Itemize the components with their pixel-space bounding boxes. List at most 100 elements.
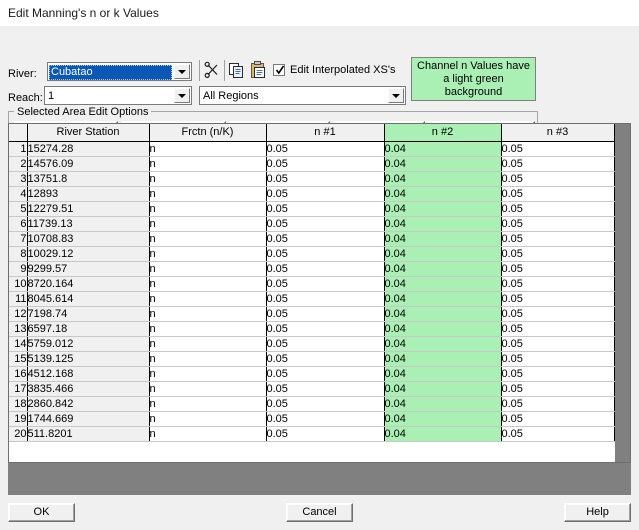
cell-river-station[interactable]: 12893: [27, 186, 150, 202]
cell-n3[interactable]: 0.05: [501, 381, 615, 397]
col-header-frctn[interactable]: Frctn (n/K): [149, 124, 267, 142]
cell-n3[interactable]: 0.05: [501, 426, 615, 442]
cell-n2[interactable]: 0.04: [384, 351, 502, 367]
cell-n3[interactable]: 0.05: [501, 366, 615, 382]
cell-n3[interactable]: 0.05: [501, 336, 615, 352]
cell-n1[interactable]: 0.05: [266, 336, 385, 352]
cell-n1[interactable]: 0.05: [266, 186, 385, 202]
cell-n3[interactable]: 0.05: [501, 351, 615, 367]
cell-rownum[interactable]: 17: [9, 381, 28, 397]
chevron-down-icon-3[interactable]: [388, 88, 404, 103]
cell-n3[interactable]: 0.05: [501, 261, 615, 277]
cell-n1[interactable]: 0.05: [266, 396, 385, 412]
table-row[interactable]: 10 8720.164 n 0.05 0.04 0.05: [9, 276, 615, 292]
cell-frctn[interactable]: n: [149, 426, 267, 442]
cell-n2[interactable]: 0.04: [384, 306, 502, 322]
cell-n2[interactable]: 0.04: [384, 171, 502, 187]
cell-n3[interactable]: 0.05: [501, 201, 615, 217]
cell-frctn[interactable]: n: [149, 186, 267, 202]
cell-n3[interactable]: 0.05: [501, 216, 615, 232]
river-dropdown[interactable]: Cubatao: [47, 62, 192, 81]
table-row[interactable]: 16 4512.168 n 0.05 0.04 0.05: [9, 366, 615, 382]
cell-frctn[interactable]: n: [149, 201, 267, 217]
cell-river-station[interactable]: 3835.466: [27, 381, 150, 397]
cell-river-station[interactable]: 4512.168: [27, 366, 150, 382]
cell-rownum[interactable]: 6: [9, 216, 28, 232]
cell-rownum[interactable]: 10: [9, 276, 28, 292]
cell-rownum[interactable]: 20: [9, 426, 28, 442]
cell-n1[interactable]: 0.05: [266, 426, 385, 442]
cell-n1[interactable]: 0.05: [266, 321, 385, 337]
cell-n3[interactable]: 0.05: [501, 321, 615, 337]
cell-rownum[interactable]: 7: [9, 231, 28, 247]
cell-n3[interactable]: 0.05: [501, 306, 615, 322]
col-header-rownum[interactable]: [9, 124, 28, 142]
cell-n2[interactable]: 0.04: [384, 231, 502, 247]
cell-n2[interactable]: 0.04: [384, 246, 502, 262]
cell-n1[interactable]: 0.05: [266, 411, 385, 427]
cell-frctn[interactable]: n: [149, 366, 267, 382]
cell-n3[interactable]: 0.05: [501, 171, 615, 187]
table-row[interactable]: 18 2860.842 n 0.05 0.04 0.05: [9, 396, 615, 412]
cell-frctn[interactable]: n: [149, 261, 267, 277]
cell-n3[interactable]: 0.05: [501, 156, 615, 172]
cell-rownum[interactable]: 2: [9, 156, 28, 172]
table-row[interactable]: 17 3835.466 n 0.05 0.04 0.05: [9, 381, 615, 397]
cell-river-station[interactable]: 12279.51: [27, 201, 150, 217]
cell-rownum[interactable]: 3: [9, 171, 28, 187]
cell-n3[interactable]: 0.05: [501, 141, 615, 157]
cell-n2[interactable]: 0.04: [384, 426, 502, 442]
cell-n1[interactable]: 0.05: [266, 246, 385, 262]
cell-n3[interactable]: 0.05: [501, 411, 615, 427]
cell-n2[interactable]: 0.04: [384, 216, 502, 232]
chevron-down-icon[interactable]: [174, 64, 190, 79]
table-row[interactable]: 1 15274.28 n 0.05 0.04 0.05: [9, 141, 615, 157]
cell-rownum[interactable]: 5: [9, 201, 28, 217]
cell-n3[interactable]: 0.05: [501, 291, 615, 307]
cell-river-station[interactable]: 6597.18: [27, 321, 150, 337]
cell-n3[interactable]: 0.05: [501, 186, 615, 202]
cell-river-station[interactable]: 9299.57: [27, 261, 150, 277]
cell-river-station[interactable]: 5139.125: [27, 351, 150, 367]
cell-river-station[interactable]: 10708.83: [27, 231, 150, 247]
cell-frctn[interactable]: n: [149, 231, 267, 247]
cell-rownum[interactable]: 8: [9, 246, 28, 262]
table-row[interactable]: 12 7198.74 n 0.05 0.04 0.05: [9, 306, 615, 322]
table-row[interactable]: 4 12893 n 0.05 0.04 0.05: [9, 186, 615, 202]
cell-n1[interactable]: 0.05: [266, 231, 385, 247]
cell-river-station[interactable]: 13751.8: [27, 171, 150, 187]
table-row[interactable]: 3 13751.8 n 0.05 0.04 0.05: [9, 171, 615, 187]
table-row[interactable]: 20 511.8201 n 0.05 0.04 0.05: [9, 426, 615, 442]
cell-n2[interactable]: 0.04: [384, 291, 502, 307]
paste-icon[interactable]: [248, 60, 269, 80]
table-row[interactable]: 7 10708.83 n 0.05 0.04 0.05: [9, 231, 615, 247]
cell-n2[interactable]: 0.04: [384, 366, 502, 382]
cell-n3[interactable]: 0.05: [501, 276, 615, 292]
cell-rownum[interactable]: 16: [9, 366, 28, 382]
cell-rownum[interactable]: 18: [9, 396, 28, 412]
cell-rownum[interactable]: 4: [9, 186, 28, 202]
cell-n2[interactable]: 0.04: [384, 396, 502, 412]
cell-n3[interactable]: 0.05: [501, 396, 615, 412]
cell-frctn[interactable]: n: [149, 141, 267, 157]
cell-n1[interactable]: 0.05: [266, 201, 385, 217]
ok-button[interactable]: OK: [8, 503, 75, 522]
cell-river-station[interactable]: 2860.842: [27, 396, 150, 412]
cell-river-station[interactable]: 14576.09: [27, 156, 150, 172]
cell-rownum[interactable]: 1: [9, 141, 28, 157]
cell-frctn[interactable]: n: [149, 381, 267, 397]
cell-n1[interactable]: 0.05: [266, 261, 385, 277]
cell-frctn[interactable]: n: [149, 291, 267, 307]
cell-n2[interactable]: 0.04: [384, 336, 502, 352]
cell-rownum[interactable]: 13: [9, 321, 28, 337]
cell-n2[interactable]: 0.04: [384, 276, 502, 292]
cell-n1[interactable]: 0.05: [266, 306, 385, 322]
cell-rownum[interactable]: 19: [9, 411, 28, 427]
cell-rownum[interactable]: 11: [9, 291, 28, 307]
cell-river-station[interactable]: 5759.012: [27, 336, 150, 352]
table-row[interactable]: 15 5139.125 n 0.05 0.04 0.05: [9, 351, 615, 367]
cell-n1[interactable]: 0.05: [266, 216, 385, 232]
cell-frctn[interactable]: n: [149, 321, 267, 337]
cell-n1[interactable]: 0.05: [266, 276, 385, 292]
table-row[interactable]: 2 14576.09 n 0.05 0.04 0.05: [9, 156, 615, 172]
